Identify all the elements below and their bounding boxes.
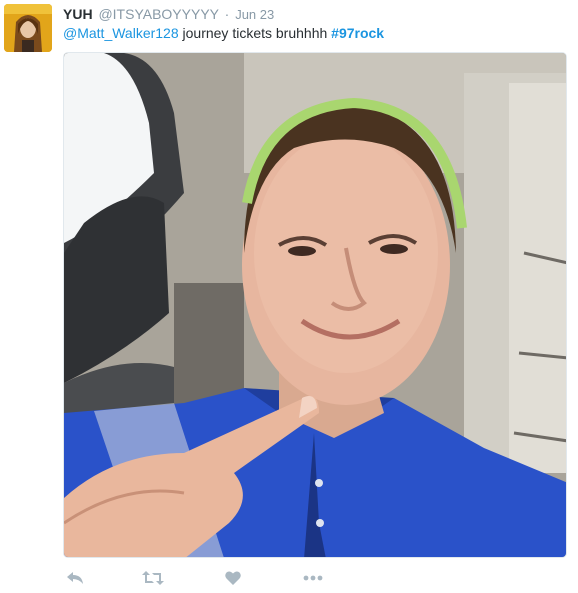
more-button[interactable]	[301, 568, 325, 588]
tweet-actions	[63, 568, 363, 588]
reply-icon	[66, 571, 84, 585]
more-icon	[303, 575, 323, 581]
like-button[interactable]	[221, 568, 245, 588]
tweet-timestamp[interactable]: Jun 23	[235, 7, 274, 22]
tweet-photo[interactable]	[63, 52, 567, 558]
tweet: YUH @ITSYABOYYYYY · Jun 23 @Matt_Walker1…	[0, 0, 578, 593]
reply-button[interactable]	[63, 568, 87, 588]
tweet-body: journey tickets bruhhhh	[178, 25, 332, 41]
hashtag-link[interactable]: #97rock	[331, 25, 384, 41]
author-screen-name[interactable]: @ITSYABOYYYYY	[98, 6, 218, 22]
tweet-text: @Matt_Walker128 journey tickets bruhhhh …	[63, 24, 384, 42]
selfie-photo	[64, 53, 566, 557]
author-fullname[interactable]: YUH	[63, 6, 93, 22]
retweet-icon	[142, 571, 164, 585]
retweet-button[interactable]	[141, 568, 165, 588]
heart-icon	[225, 571, 241, 585]
mention-link[interactable]: @Matt_Walker128	[63, 25, 179, 41]
tweet-header: YUH @ITSYABOYYYYY · Jun 23	[63, 5, 274, 23]
avatar[interactable]	[4, 4, 52, 52]
header-separator: ·	[224, 6, 230, 22]
